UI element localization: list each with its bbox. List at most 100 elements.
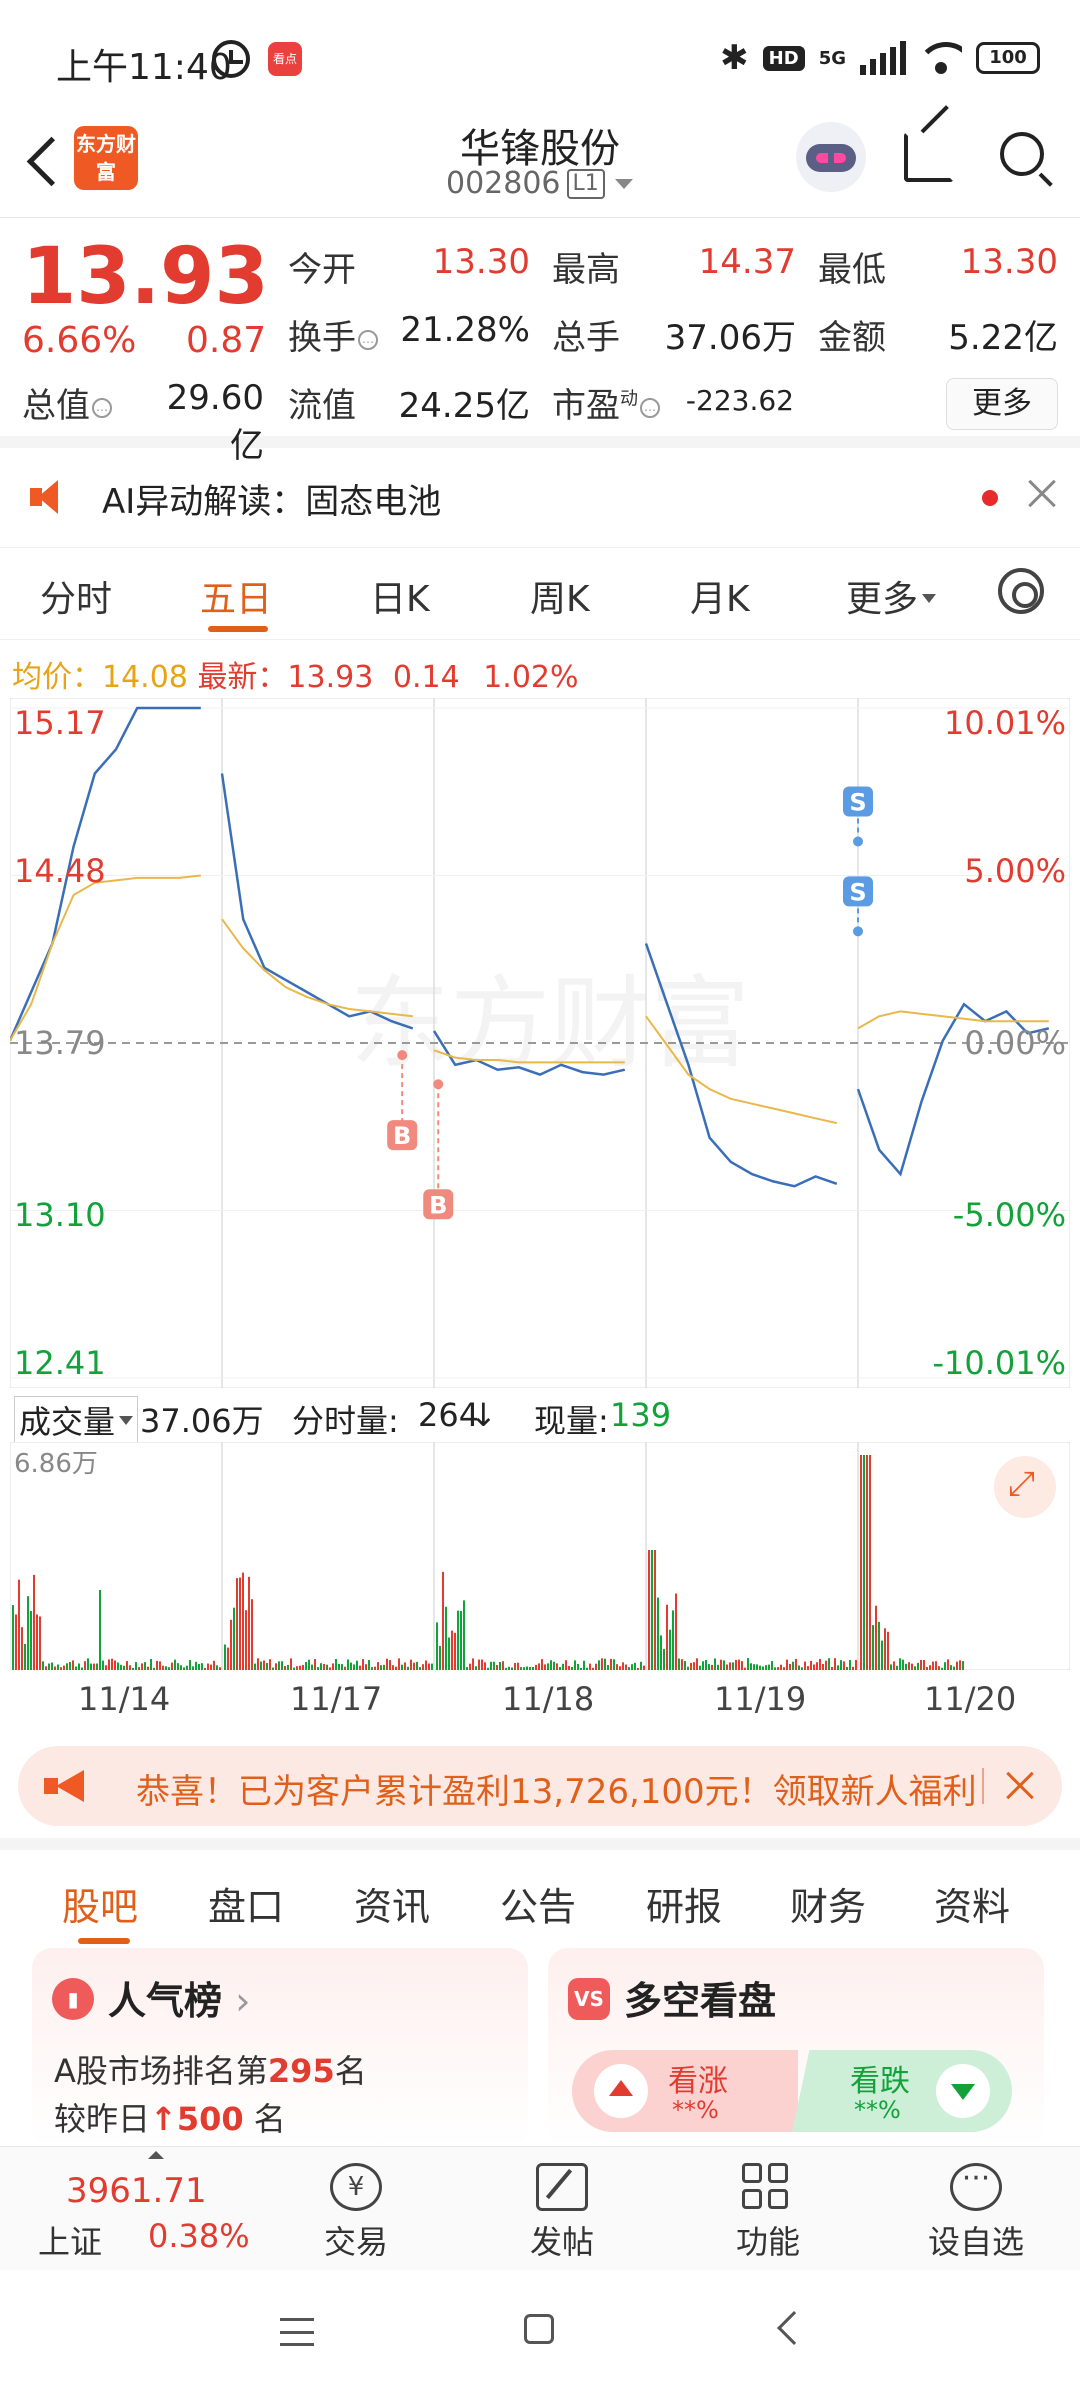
volume-bar [846,1667,848,1670]
volume-bar [275,1663,277,1670]
alarm-icon [212,40,250,78]
volume-bar [741,1661,743,1670]
five-day-price-chart[interactable]: 东方财富 B B S S [10,698,1070,1388]
arrow-up-icon[interactable] [594,2064,648,2118]
tab-month-k[interactable]: 月K [690,570,750,622]
volume-bar [338,1664,340,1670]
volume-bar [860,1455,862,1670]
volume-bar [511,1667,513,1670]
ai-analysis-bar[interactable]: AI异动解读：固态电池 [0,448,1080,548]
ai-analysis-text[interactable]: AI异动解读：固态电池 [102,474,441,523]
volume-bar [129,1665,131,1670]
tab-announcements[interactable]: 公告 [500,1876,576,1931]
volume-bar [690,1662,692,1670]
volume-bar [27,1596,29,1670]
volume-bar [669,1629,671,1670]
volume-bar [239,1577,241,1670]
volume-bar [135,1662,137,1670]
volume-bar [183,1667,185,1670]
volume-bar [559,1666,561,1670]
tab-day-k[interactable]: 日K [370,570,430,622]
volume-bar [705,1660,707,1670]
volume-bar [696,1658,698,1670]
volume-bar [87,1658,89,1670]
volume-bar [60,1667,62,1670]
volume-bar [302,1664,304,1670]
volume-chart: 6.86万 [10,1442,1070,1670]
yuan-exchange-icon[interactable]: ¥ [330,2163,382,2211]
ai-robot-icon[interactable] [796,122,866,192]
volume-bar [192,1666,194,1670]
tab-finance[interactable]: 财务 [790,1876,866,1931]
volume-bar [526,1666,528,1670]
volume-bar [735,1659,737,1670]
index-name: 上证 [38,2223,103,2261]
close-icon[interactable] [1024,476,1060,512]
volume-bar [227,1647,229,1670]
volume-bar [141,1663,143,1670]
promo-text[interactable]: 恭喜！已为客户累计盈利13,726,100元！领取新人福利 [136,1764,998,1813]
share-icon[interactable] [904,132,954,182]
volume-bar [466,1667,468,1670]
volume-bar [869,1455,871,1670]
grid-icon[interactable] [742,2163,794,2211]
volume-bar [392,1665,394,1670]
back-icon[interactable] [777,2311,811,2345]
nav-add-watchlist[interactable]: 设自选 [906,2217,1046,2263]
info-icon[interactable]: … [640,398,660,418]
tab-profile[interactable]: 资料 [934,1876,1010,1931]
volume-bar [941,1667,943,1670]
tab-five-day[interactable]: 五日 [200,570,272,622]
tab-research[interactable]: 研报 [646,1876,722,1931]
popularity-title: 人气榜 › [108,1979,251,2023]
menu-icon[interactable] [280,2318,314,2346]
expand-chart-icon[interactable] [994,1456,1056,1518]
nav-functions[interactable]: 功能 [698,2217,838,2263]
index-ticker[interactable]: 3961.71 上证 0.38% [28,2147,258,2271]
search-icon[interactable] [1000,132,1044,176]
volume-bar [914,1666,916,1670]
volume-bar [929,1665,931,1670]
tab-week-k[interactable]: 周K [530,570,590,622]
info-icon[interactable]: … [358,330,378,350]
gear-icon[interactable] [998,568,1044,614]
more-dots-icon[interactable]: ··· [950,2163,1002,2211]
volume-bar [365,1664,367,1670]
tab-more[interactable]: 更多 [846,570,937,622]
volume-bar [487,1667,489,1670]
tab-pankou[interactable]: 盘口 [208,1876,284,1931]
tab-guba[interactable]: 股吧 [62,1876,138,1931]
x-date-label: 11/17 [290,1680,383,1718]
more-button[interactable]: 更多 [946,378,1058,430]
volume-bar [580,1668,582,1670]
popularity-card[interactable]: ▮ 人气榜 › A股市场排名第295名 较昨日↑500 名 [32,1948,528,2148]
volume-bar [547,1663,549,1670]
volume-bar [422,1664,424,1670]
volume-bar [687,1666,689,1670]
volume-bar [777,1667,779,1670]
volume-bar [126,1661,128,1670]
arrow-down-icon[interactable] [936,2064,990,2118]
x-date-label: 11/18 [502,1680,595,1718]
edit-post-icon[interactable] [536,2163,588,2211]
volume-bar [475,1666,477,1670]
tab-fenshi[interactable]: 分时 [40,570,112,622]
volume-indicator-selector[interactable]: 成交量 [14,1396,139,1444]
info-icon[interactable]: … [92,398,112,418]
y-tick-left: 13.79 [14,1024,106,1062]
volume-bar [359,1665,361,1670]
volume-bar [544,1664,546,1670]
nav-post[interactable]: 发帖 [492,2217,632,2263]
volume-bar [36,1614,38,1670]
tab-news[interactable]: 资讯 [354,1876,430,1931]
volume-bar [855,1659,857,1670]
promo-banner[interactable]: 恭喜！已为客户累计盈利13,726,100元！领取新人福利 [18,1746,1062,1826]
volume-bar [893,1661,895,1670]
stock-code-selector[interactable]: 002806 L1 [446,166,633,201]
volume-bar [39,1616,41,1670]
volume-bar [765,1665,767,1670]
volume-bar [245,1610,247,1670]
close-icon[interactable] [1002,1768,1038,1804]
home-icon[interactable] [524,2314,554,2344]
nav-trade[interactable]: 交易 [286,2217,426,2263]
